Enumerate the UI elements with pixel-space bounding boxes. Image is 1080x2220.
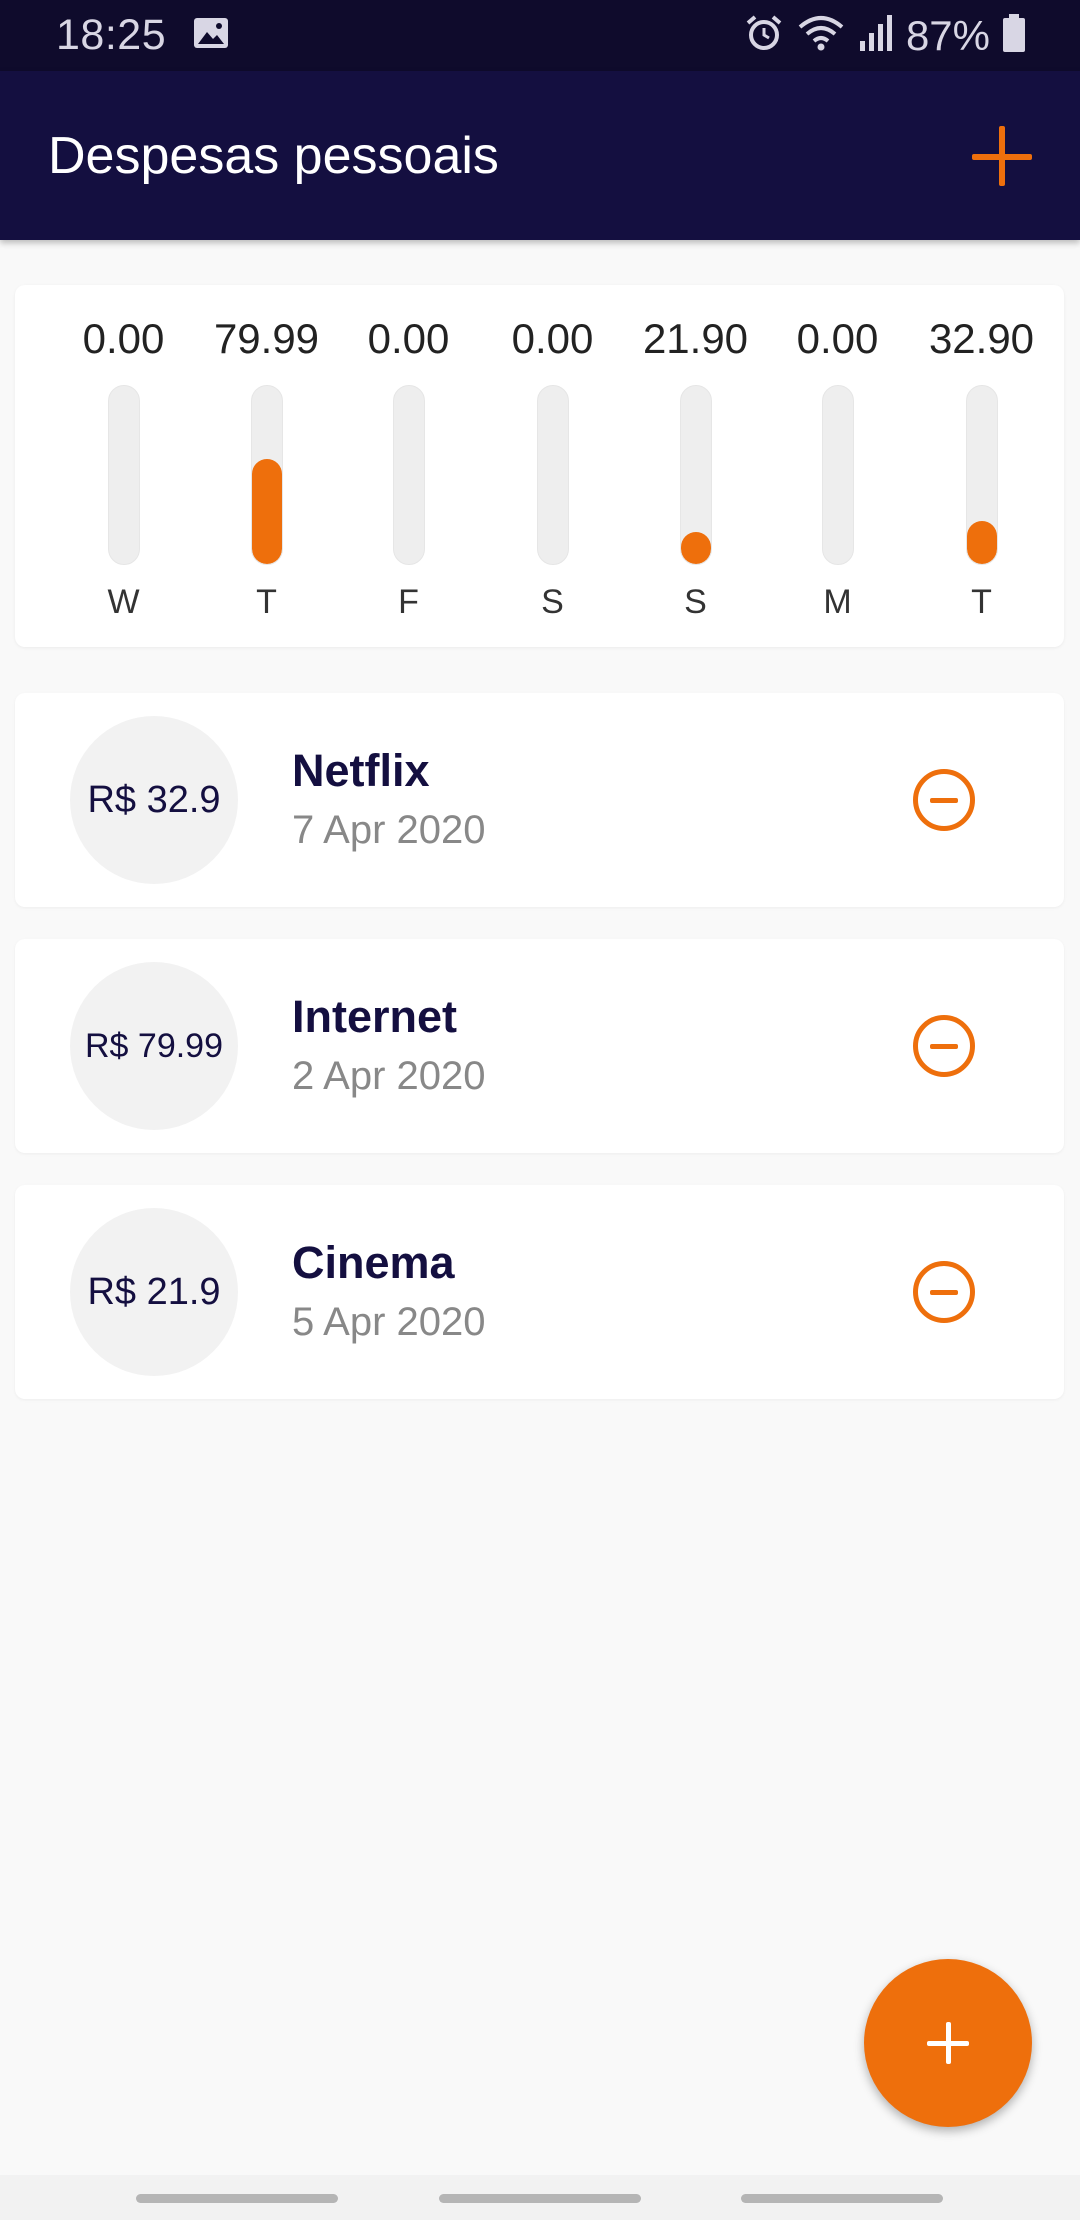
day-label: F xyxy=(398,583,419,621)
expense-date: 5 Apr 2020 xyxy=(292,1300,486,1344)
wifi-icon xyxy=(796,13,846,58)
page-title: Despesas pessoais xyxy=(48,126,499,185)
day-bar-track xyxy=(680,385,712,565)
expense-date: 2 Apr 2020 xyxy=(292,1054,486,1098)
day-label: W xyxy=(107,583,140,621)
day-value: 0.00 xyxy=(511,315,594,362)
day-bar-track xyxy=(108,385,140,565)
weekly-chart: 0.00 W 79.99 T 0.00 F 0.00 S 21.90 S 0.00 M 32.90 T xyxy=(15,285,1064,647)
day-bar-fill xyxy=(681,532,711,564)
day-column: 0.00 M xyxy=(766,285,909,647)
app-bar: Despesas pessoais xyxy=(0,71,1080,240)
signal-icon xyxy=(858,13,894,58)
day-value: 0.00 xyxy=(82,315,165,362)
remove-expense-button[interactable] xyxy=(913,769,975,831)
day-value: 21.90 xyxy=(642,315,749,362)
battery-percentage: 87% xyxy=(905,11,990,59)
expense-amount: R$ 32.9 xyxy=(70,716,238,884)
expense-item[interactable]: R$ 79.99 Internet 2 Apr 2020 xyxy=(15,939,1064,1153)
day-bar-fill xyxy=(967,521,997,564)
expense-amount: R$ 21.9 xyxy=(70,1208,238,1376)
day-value: 32.90 xyxy=(928,315,1035,362)
day-label: T xyxy=(971,583,992,621)
expense-date: 7 Apr 2020 xyxy=(292,808,486,852)
day-value: 0.00 xyxy=(367,315,450,362)
day-bar-track xyxy=(822,385,854,565)
day-column: 0.00 S xyxy=(481,285,624,647)
add-expense-icon-button[interactable] xyxy=(972,125,1032,186)
system-nav-bar xyxy=(0,2175,1080,2220)
day-bar-track xyxy=(966,385,998,565)
status-bar: 18:25 87% xyxy=(0,0,1080,71)
expense-title: Internet xyxy=(292,991,458,1042)
day-bar-fill xyxy=(252,459,282,564)
day-column: 32.90 T xyxy=(910,285,1053,647)
day-bar-track xyxy=(393,385,425,565)
remove-expense-button[interactable] xyxy=(913,1261,975,1323)
day-label: S xyxy=(684,583,707,621)
nav-home-button[interactable] xyxy=(439,2194,641,2203)
day-label: S xyxy=(541,583,564,621)
expense-title: Cinema xyxy=(292,1237,455,1288)
day-column: 79.99 T xyxy=(195,285,338,647)
nav-recents-button[interactable] xyxy=(136,2194,338,2203)
day-bar-track xyxy=(251,385,283,565)
day-column: 21.90 S xyxy=(624,285,767,647)
expense-item[interactable]: R$ 21.9 Cinema 5 Apr 2020 xyxy=(15,1185,1064,1399)
status-time: 18:25 xyxy=(56,11,167,59)
day-column: 0.00 W xyxy=(52,285,195,647)
alarm-icon xyxy=(744,13,784,58)
image-icon xyxy=(192,16,230,55)
remove-expense-button[interactable] xyxy=(913,1015,975,1077)
day-label: T xyxy=(256,583,277,621)
day-value: 79.99 xyxy=(213,315,320,362)
expense-item[interactable]: R$ 32.9 Netflix 7 Apr 2020 xyxy=(15,693,1064,907)
expense-title: Netflix xyxy=(292,745,430,796)
day-value: 0.00 xyxy=(796,315,879,362)
add-expense-fab[interactable] xyxy=(864,1959,1032,2127)
plus-icon xyxy=(927,2022,969,2064)
day-bar-track xyxy=(537,385,569,565)
nav-back-button[interactable] xyxy=(741,2194,943,2203)
day-column: 0.00 F xyxy=(337,285,480,647)
battery-icon xyxy=(1002,13,1026,58)
day-label: M xyxy=(823,583,852,621)
status-left: 18:25 xyxy=(56,11,230,60)
status-right: 87% xyxy=(744,12,1026,60)
expense-amount: R$ 79.99 xyxy=(70,962,238,1130)
